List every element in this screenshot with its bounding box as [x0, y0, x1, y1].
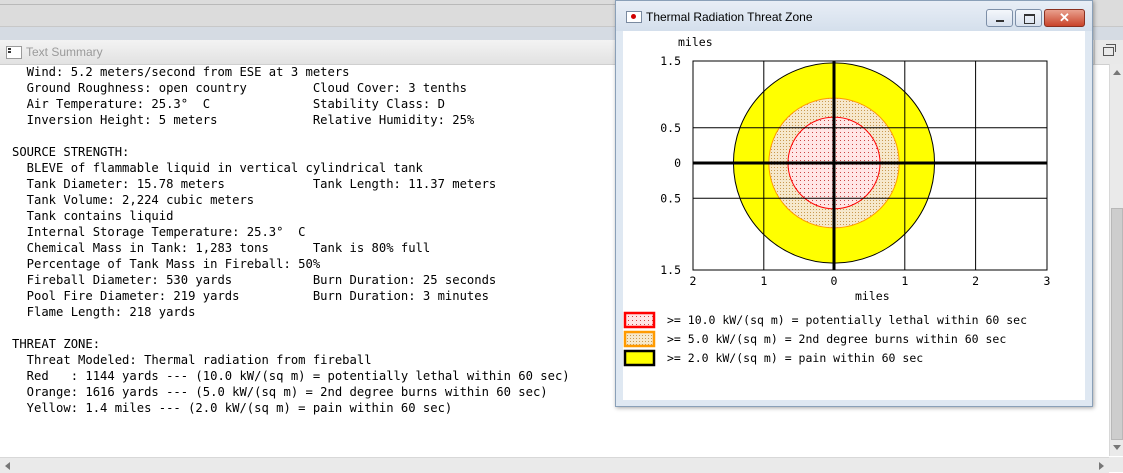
summary-line: Yellow: 1.4 miles --- (2.0 kW/(sq m) = p… [12, 401, 453, 415]
summary-line: Tank Volume: 2,224 cubic meters [12, 193, 255, 207]
legend-label-orange: >= 5.0 kW/(sq m) = 2nd degree burns with… [667, 332, 1006, 346]
y-tick-label: 0.5 [660, 191, 681, 205]
scrollbar-corner [1109, 457, 1123, 472]
scroll-left-icon[interactable] [5, 462, 10, 470]
close-icon: ✕ [1059, 10, 1070, 25]
y-tick-label: 0 [674, 156, 681, 170]
threat-zone-window: Thermal Radiation Threat Zone ✕ miles mi… [615, 0, 1093, 407]
x-tick-label: 1 [901, 274, 908, 288]
summary-text: Wind: 5.2 meters/second from ESE at 3 me… [12, 64, 570, 416]
y-axis-unit-label: miles [678, 35, 713, 49]
legend-label-red: >= 10.0 kW/(sq m) = potentially lethal w… [667, 313, 1027, 327]
restore-icon [1103, 44, 1116, 56]
summary-line: Orange: 1616 yards --- (5.0 kW/(sq m) = … [12, 385, 548, 399]
summary-line: Wind: 5.2 meters/second from ESE at 3 me… [12, 65, 350, 79]
summary-line: Pool Fire Diameter: 219 yards Burn Durat… [12, 289, 489, 303]
summary-line: Chemical Mass in Tank: 1,283 tons Tank i… [12, 241, 431, 255]
y-tick-label: 1.5 [660, 263, 681, 277]
summary-line: Flame Length: 218 yards [12, 305, 196, 319]
threat-zone-plot: miles miles 1.5 0.5 0 0.5 1.5 2 1 0 1 2 3 >= 10.0 k… [623, 35, 1051, 367]
summary-line: Ground Roughness: open country Cloud Cov… [12, 81, 467, 95]
scroll-up-icon[interactable] [1113, 70, 1121, 75]
x-tick-label: 2 [690, 274, 697, 288]
summary-line: Internal Storage Temperature: 25.3° C [12, 225, 306, 239]
threat-zone-app-icon[interactable] [626, 11, 642, 23]
y-tick-label: 1.5 [660, 54, 681, 68]
summary-line: Fireball Diameter: 530 yards Burn Durati… [12, 273, 497, 287]
x-axis-unit-label: miles [855, 289, 890, 303]
summary-line: Threat Modeled: Thermal radiation from f… [12, 353, 372, 367]
vertical-scrollbar[interactable] [1109, 64, 1123, 456]
window-menu-icon[interactable] [6, 46, 22, 59]
legend-swatch-orange [623, 330, 656, 348]
restore-button[interactable] [1094, 40, 1123, 64]
summary-line: Inversion Height: 5 meters Relative Humi… [12, 113, 475, 127]
minimize-button[interactable] [986, 9, 1013, 27]
x-tick-label: 2 [972, 274, 979, 288]
close-button[interactable]: ✕ [1044, 9, 1085, 27]
legend-swatch-yellow [623, 349, 656, 367]
vertical-scroll-thumb[interactable] [1111, 208, 1123, 440]
summary-line: Red : 1144 yards --- (10.0 kW/(sq m) = p… [12, 369, 570, 383]
toolbar-divider [0, 4, 616, 5]
scroll-right-icon[interactable] [1099, 462, 1104, 470]
x-tick-label: 1 [760, 274, 767, 288]
x-tick-label: 0 [831, 274, 838, 288]
text-summary-title: Text Summary [26, 45, 103, 59]
summary-line: Percentage of Tank Mass in Fireball: 50% [12, 257, 321, 271]
maximize-icon [1024, 14, 1035, 24]
threat-zone-title: Thermal Radiation Threat Zone [646, 10, 813, 24]
threat-zone-plot-area: miles miles 1.5 0.5 0 0.5 1.5 2 1 0 1 2 3 >= 10.0 k… [623, 31, 1085, 400]
summary-line: Tank Diameter: 15.78 meters Tank Length:… [12, 177, 497, 191]
maximize-button[interactable] [1015, 9, 1042, 27]
summary-line: BLEVE of flammable liquid in vertical cy… [12, 161, 423, 175]
summary-line: SOURCE STRENGTH: [12, 145, 130, 159]
threat-zone-titlebar[interactable]: Thermal Radiation Threat Zone ✕ [616, 1, 1092, 31]
minimize-icon [996, 20, 1004, 22]
legend-label-yellow: >= 2.0 kW/(sq m) = pain within 60 sec [667, 351, 923, 365]
scroll-down-icon[interactable] [1113, 445, 1121, 450]
summary-line: Air Temperature: 25.3° C Stability Class… [12, 97, 445, 111]
summary-line: THREAT ZONE: [12, 337, 101, 351]
horizontal-scrollbar[interactable] [0, 457, 1109, 473]
summary-line: Tank contains liquid [12, 209, 174, 223]
y-tick-label: 0.5 [660, 121, 681, 135]
legend-swatch-red [623, 311, 656, 329]
x-tick-label: 3 [1044, 274, 1051, 288]
